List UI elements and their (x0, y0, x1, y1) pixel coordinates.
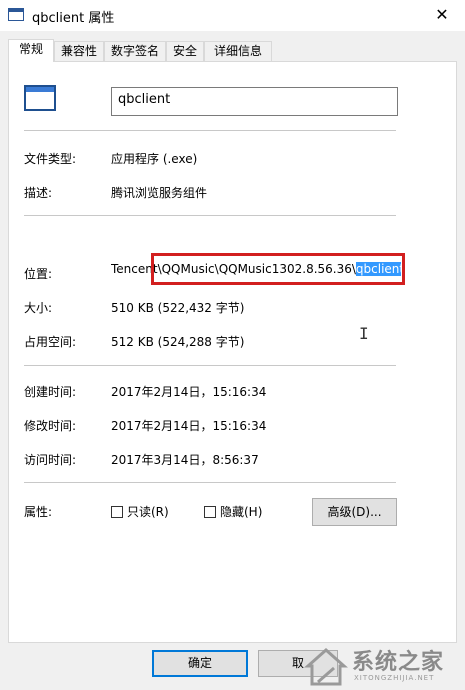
highlight-frame (151, 253, 405, 285)
attributes-label: 属性: (24, 505, 53, 519)
divider (24, 215, 396, 216)
advanced-button[interactable]: 高级(D)... (312, 498, 397, 526)
file-type-label: 文件类型: (24, 152, 77, 166)
cancel-button[interactable]: 取 (258, 650, 338, 677)
general-panel: qbclient 文件类型: 应用程序 (.exe) 描述: 腾讯浏览服务组件 … (8, 61, 457, 643)
application-window-icon (24, 85, 56, 111)
created-value: 2017年2月14日，15:16:34 (111, 385, 267, 399)
location-label: 位置: (24, 267, 53, 281)
checkbox-box[interactable] (111, 505, 123, 518)
size-label: 大小: (24, 301, 53, 315)
hidden-checkbox[interactable]: 隐藏(H) (204, 503, 262, 520)
divider (24, 482, 396, 483)
description-label: 描述: (24, 186, 53, 200)
window-app-icon (8, 8, 24, 21)
divider (24, 365, 396, 366)
size-value: 510 KB (522,432 字节) (111, 301, 245, 315)
hidden-label: 隐藏(H) (220, 505, 263, 519)
size-on-disk-label: 占用空间: (24, 335, 77, 349)
checkbox-box[interactable] (204, 505, 216, 518)
title-bar: qbclient 属性 ✕ (0, 0, 465, 31)
file-name-field[interactable]: qbclient (111, 87, 398, 116)
created-label: 创建时间: (24, 385, 77, 399)
modified-value: 2017年2月14日，15:16:34 (111, 419, 267, 433)
tab-security[interactable]: 安全 (166, 41, 204, 61)
file-type-value: 应用程序 (.exe) (111, 152, 198, 166)
readonly-checkbox[interactable]: 只读(R) (111, 503, 169, 520)
dialog-body: 常规 兼容性 数字签名 安全 详细信息 qbclient 文件类型: 应用程序 … (0, 31, 465, 690)
size-on-disk-value: 512 KB (524,288 字节) (111, 335, 245, 349)
accessed-value: 2017年3月14日，8:56:37 (111, 453, 259, 467)
tab-digital-signatures[interactable]: 数字签名 (104, 41, 166, 61)
ok-button[interactable]: 确定 (152, 650, 248, 677)
tab-details[interactable]: 详细信息 (204, 41, 272, 61)
modified-label: 修改时间: (24, 419, 77, 433)
tab-compatibility[interactable]: 兼容性 (54, 41, 104, 61)
window-title: qbclient 属性 (32, 11, 115, 26)
readonly-label: 只读(R) (127, 505, 169, 519)
text-cursor-icon: I (359, 324, 369, 343)
tab-general[interactable]: 常规 (8, 39, 54, 62)
divider (24, 130, 396, 131)
description-value: 腾讯浏览服务组件 (111, 186, 208, 200)
accessed-label: 访问时间: (24, 453, 77, 467)
close-icon[interactable]: ✕ (419, 0, 465, 30)
